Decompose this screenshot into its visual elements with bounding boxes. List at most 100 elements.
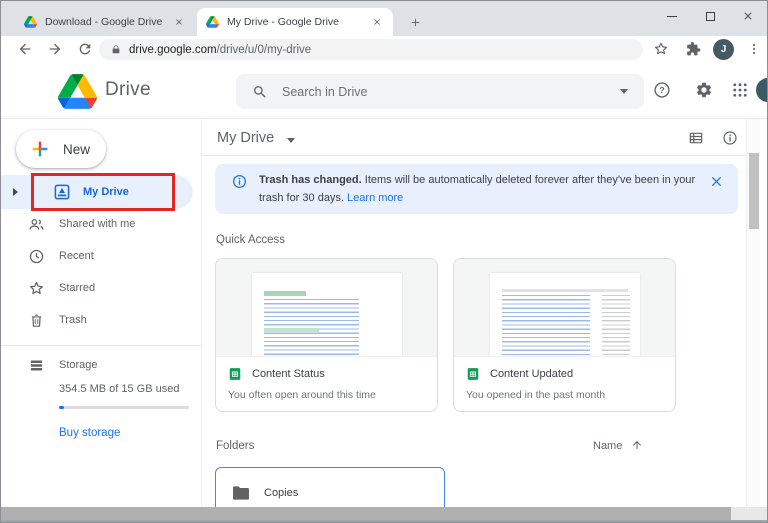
sort-direction-button[interactable] bbox=[631, 438, 643, 450]
list-view-icon bbox=[689, 132, 703, 144]
tab-close-icon[interactable] bbox=[172, 15, 186, 29]
sheets-icon bbox=[467, 368, 479, 380]
tab-close-icon[interactable] bbox=[370, 15, 384, 29]
drive-logo-icon bbox=[58, 74, 97, 109]
search-input[interactable] bbox=[282, 84, 620, 99]
google-apps-button[interactable] bbox=[731, 81, 749, 99]
folders-label: Folders bbox=[216, 440, 255, 452]
learn-more-link[interactable]: Learn more bbox=[347, 192, 403, 204]
sidebar-item-starred[interactable]: Starred bbox=[1, 273, 201, 303]
horizontal-scrollbar-thumb[interactable] bbox=[1, 507, 731, 520]
drive-favicon-icon bbox=[206, 16, 219, 28]
new-tab-button[interactable] bbox=[405, 12, 425, 32]
quick-access-card-content-status[interactable]: Content Status You often open around thi… bbox=[215, 258, 438, 412]
close-window-button[interactable] bbox=[729, 1, 767, 31]
maximize-icon bbox=[705, 11, 715, 21]
title-chevron-down-icon[interactable] bbox=[287, 138, 295, 143]
card-footer: Content Updated You opened in the past m… bbox=[454, 356, 675, 411]
search-options-chevron-down-icon[interactable] bbox=[620, 89, 628, 94]
storage-usage-text: 354.5 MB of 15 GB used bbox=[59, 383, 180, 395]
extensions-puzzle-icon bbox=[687, 41, 701, 56]
quick-access-card-content-updated[interactable]: Content Updated You opened in the past m… bbox=[453, 258, 676, 412]
info-icon bbox=[232, 174, 247, 189]
page-title[interactable]: My Drive bbox=[217, 130, 274, 146]
sidebar-item-shared-with-me[interactable]: Shared with me bbox=[1, 209, 201, 239]
vertical-scrollbar-thumb[interactable] bbox=[749, 153, 759, 229]
buy-storage-link[interactable]: Buy storage bbox=[59, 427, 120, 439]
sidebar-divider bbox=[1, 345, 201, 346]
help-button[interactable]: ? bbox=[653, 81, 671, 99]
apps-grid-icon bbox=[733, 83, 747, 97]
reload-icon bbox=[79, 43, 91, 55]
sidebar-item-label: Shared with me bbox=[59, 218, 136, 230]
sidebar-item-trash[interactable]: Trash bbox=[1, 305, 201, 335]
multicolor-plus-icon bbox=[32, 141, 48, 157]
url-text: drive.google.com/drive/u/0/my-drive bbox=[129, 44, 311, 56]
sidebar-item-label: My Drive bbox=[83, 186, 129, 198]
extensions-button[interactable] bbox=[685, 41, 701, 57]
sidebar-item-label: Recent bbox=[59, 250, 94, 262]
more-vert-icon bbox=[752, 43, 756, 55]
minimize-button[interactable] bbox=[653, 1, 691, 31]
horizontal-scrollbar[interactable] bbox=[1, 507, 767, 520]
forward-icon bbox=[49, 43, 61, 55]
browser-window: Download - Google Drive My Drive - Googl… bbox=[0, 0, 768, 523]
url-domain: drive.google.com bbox=[129, 43, 217, 56]
trash-icon bbox=[28, 312, 45, 329]
file-thumbnail bbox=[216, 259, 437, 373]
browser-titlebar: Download - Google Drive My Drive - Googl… bbox=[1, 1, 767, 36]
forward-button[interactable] bbox=[47, 41, 63, 57]
sidebar-item-recent[interactable]: Recent bbox=[1, 241, 201, 271]
details-button[interactable] bbox=[722, 130, 738, 146]
clock-icon bbox=[28, 248, 45, 265]
new-button[interactable]: New bbox=[16, 130, 106, 168]
close-icon bbox=[710, 175, 723, 188]
sort-by-name-button[interactable]: Name bbox=[593, 440, 622, 452]
settings-button[interactable] bbox=[695, 81, 713, 99]
tab-my-drive-google-drive[interactable]: My Drive - Google Drive bbox=[197, 8, 393, 36]
drive-search-bar[interactable] bbox=[236, 74, 644, 109]
gear-icon bbox=[696, 82, 712, 98]
vertical-scrollbar[interactable] bbox=[746, 119, 760, 507]
avatar-initial: J bbox=[720, 44, 727, 55]
new-tab-plus-icon bbox=[411, 18, 419, 26]
sidebar-item-my-drive[interactable]: My Drive bbox=[1, 175, 201, 209]
sheets-icon bbox=[229, 368, 241, 380]
card-subtitle: You often open around this time bbox=[228, 389, 376, 401]
tab-download-google-drive[interactable]: Download - Google Drive bbox=[15, 8, 195, 36]
back-icon bbox=[19, 43, 31, 55]
expand-right-icon[interactable] bbox=[13, 188, 18, 196]
address-bar[interactable]: drive.google.com/drive/u/0/my-drive bbox=[99, 39, 643, 60]
arrow-up-icon bbox=[633, 441, 641, 449]
browser-menu-button[interactable] bbox=[747, 41, 761, 57]
storage-progress-bar bbox=[59, 406, 189, 409]
app-name: Drive bbox=[105, 79, 151, 100]
bookmark-star-icon bbox=[654, 42, 668, 55]
trash-notice-banner: Trash has changed. Items will be automat… bbox=[215, 164, 738, 214]
star-icon bbox=[28, 280, 45, 297]
reload-button[interactable] bbox=[77, 41, 93, 57]
window-controls bbox=[653, 1, 767, 31]
card-title: Content Status bbox=[252, 368, 325, 380]
list-view-button[interactable] bbox=[688, 130, 704, 146]
account-avatar[interactable] bbox=[756, 78, 767, 102]
bookmark-button[interactable] bbox=[653, 41, 669, 57]
quick-access-label: Quick Access bbox=[216, 234, 286, 246]
maximize-button[interactable] bbox=[691, 1, 729, 31]
banner-close-button[interactable] bbox=[710, 175, 723, 188]
people-icon bbox=[28, 216, 45, 233]
sidebar-item-label: Starred bbox=[59, 282, 96, 294]
url-path: /drive/u/0/my-drive bbox=[216, 43, 312, 56]
my-drive-icon bbox=[53, 183, 71, 201]
folder-item-copies[interactable]: Copies bbox=[215, 467, 445, 507]
browser-profile-avatar[interactable]: J bbox=[713, 39, 734, 60]
minimize-icon bbox=[667, 15, 677, 17]
back-button[interactable] bbox=[17, 41, 33, 57]
storage-icon bbox=[28, 357, 45, 374]
card-footer: Content Status You often open around thi… bbox=[216, 356, 437, 411]
info-icon bbox=[723, 131, 737, 145]
page-title-row: My Drive bbox=[202, 119, 746, 156]
drive-header: Drive ? bbox=[1, 63, 767, 119]
sidebar-item-storage[interactable]: Storage bbox=[1, 350, 201, 380]
folder-icon bbox=[233, 486, 249, 500]
